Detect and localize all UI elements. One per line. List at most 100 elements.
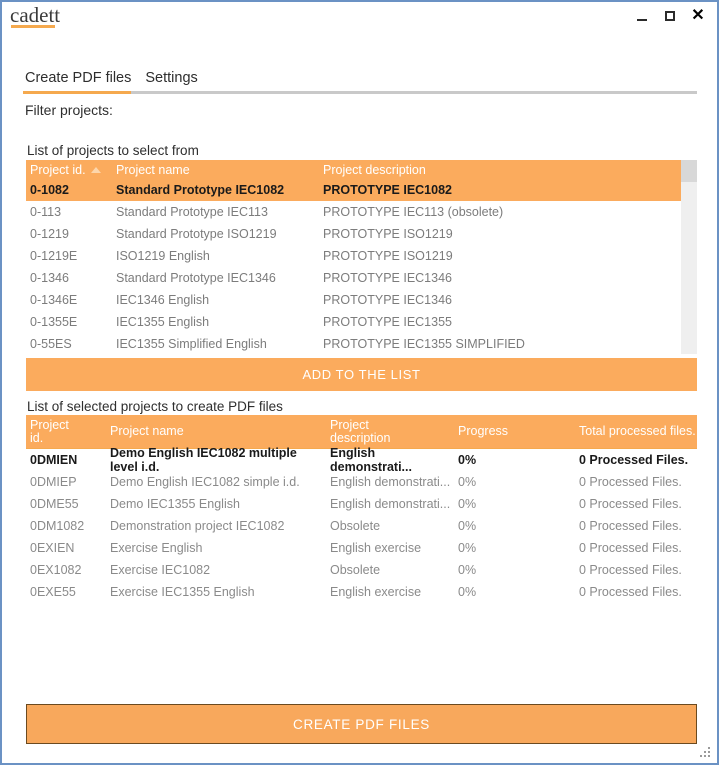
cell-project-id: 0EX1082 — [26, 563, 106, 577]
cell-project-id: 0-1355E — [26, 315, 112, 329]
cell-progress: 0% — [454, 497, 579, 511]
cell-project-id: 0EXIEN — [26, 541, 106, 555]
cell-progress: 0% — [454, 541, 579, 555]
table-row[interactable]: 0-1346E IEC1346 English PROTOTYPE IEC134… — [26, 289, 697, 311]
cell-project-name: IEC1355 English — [112, 315, 319, 329]
resize-grip-icon[interactable] — [700, 747, 712, 759]
column-header-description-line2: description — [330, 432, 454, 445]
cell-project-name: Standard Prototype ISO1219 — [112, 227, 319, 241]
cell-project-description: PROTOTYPE ISO1219 — [319, 227, 697, 241]
table-row[interactable]: 0-1346 Standard Prototype IEC1346 PROTOT… — [26, 267, 697, 289]
tab-settings[interactable]: Settings — [139, 70, 205, 91]
column-header-project-id-label: Project id. — [30, 163, 86, 177]
add-to-the-list-button[interactable]: ADD TO THE LIST — [26, 358, 697, 391]
table-row[interactable]: 0-1219 Standard Prototype ISO1219 PROTOT… — [26, 223, 697, 245]
cell-project-description: PROTOTYPE IEC1346 — [319, 293, 697, 307]
table-row[interactable]: 0-1355E IEC1355 English PROTOTYPE IEC135… — [26, 311, 697, 333]
column-header-description-line1: Project — [330, 419, 454, 432]
cell-total-processed: 0 Processed Files. — [579, 519, 697, 533]
list2-caption: List of selected projects to create PDF … — [27, 399, 283, 414]
cell-project-id: 0-113 — [26, 205, 112, 219]
title-bar: cadett ✕ — [2, 2, 717, 36]
table-row[interactable]: 0EX1082 Exercise IEC1082 Obsolete 0% 0 P… — [26, 559, 697, 581]
cell-total-processed: 0 Processed Files. — [579, 497, 697, 511]
close-button[interactable]: ✕ — [685, 5, 711, 27]
cell-project-id: 0-1346E — [26, 293, 112, 307]
cell-project-name: ISO1219 English — [112, 249, 319, 263]
selected-projects-grid[interactable]: Project id. Project name Project descrip… — [26, 415, 697, 690]
cell-project-id: 0-55ES — [26, 337, 112, 351]
create-pdf-files-button[interactable]: CREATE PDF FILES — [26, 704, 697, 744]
sort-ascending-icon — [91, 167, 101, 173]
table-row[interactable]: 0EXE55 Exercise IEC1355 English English … — [26, 581, 697, 603]
selected-projects-header: Project id. Project name Project descrip… — [26, 415, 697, 449]
cell-project-name: IEC1346 English — [112, 293, 319, 307]
cell-progress: 0% — [454, 519, 579, 533]
table-row[interactable]: 0DME55 Demo IEC1355 English English demo… — [26, 493, 697, 515]
table-row[interactable]: 0-113 Standard Prototype IEC113 PROTOTYP… — [26, 201, 697, 223]
cell-project-name: Standard Prototype IEC113 — [112, 205, 319, 219]
table-row[interactable]: 0-1219E ISO1219 English PROTOTYPE ISO121… — [26, 245, 697, 267]
column-header-project-name[interactable]: Project name — [106, 425, 326, 438]
cell-project-description: Obsolete — [326, 563, 454, 577]
list1-caption: List of projects to select from — [27, 143, 199, 158]
table-row[interactable]: 0DMIEP Demo English IEC1082 simple i.d. … — [26, 471, 697, 493]
window-controls: ✕ — [629, 5, 711, 27]
cell-progress: 0% — [454, 453, 579, 467]
cell-project-description: English exercise — [326, 585, 454, 599]
table-row[interactable]: 0-55ES IEC1355 Simplified English PROTOT… — [26, 333, 697, 354]
cell-project-description: PROTOTYPE IEC1346 — [319, 271, 697, 285]
application-window: cadett ✕ Create PDF files Settings Filte… — [0, 0, 719, 765]
cell-project-id: 0DME55 — [26, 497, 106, 511]
cell-progress: 0% — [454, 585, 579, 599]
cell-project-description: PROTOTYPE IEC1355 SIMPLIFIED — [319, 337, 697, 351]
cell-project-description: Obsolete — [326, 519, 454, 533]
cell-project-name: Exercise IEC1355 English — [106, 585, 326, 599]
column-header-project-id[interactable]: Project id. — [26, 163, 112, 177]
column-header-project-name[interactable]: Project name — [112, 163, 319, 177]
column-header-progress[interactable]: Progress — [454, 425, 579, 438]
cell-total-processed: 0 Processed Files. — [579, 541, 697, 555]
cell-project-description: English exercise — [326, 541, 454, 555]
available-projects-scrollbar[interactable] — [681, 160, 697, 354]
cell-project-description: PROTOTYPE ISO1219 — [319, 249, 697, 263]
tab-underline-track — [23, 91, 697, 94]
cell-project-name: Exercise IEC1082 — [106, 563, 326, 577]
available-projects-grid[interactable]: Project id. Project name Project descrip… — [26, 160, 697, 354]
cell-project-description: PROTOTYPE IEC1082 — [319, 183, 697, 197]
column-header-total-processed-files[interactable]: Total processed files. — [579, 425, 697, 438]
column-header-project-description[interactable]: Project description — [326, 419, 454, 445]
tab-create-pdf-files[interactable]: Create PDF files — [23, 70, 139, 91]
cell-total-processed: 0 Processed Files. — [579, 453, 697, 467]
table-row[interactable]: 0DMIEN Demo English IEC1082 multiple lev… — [26, 449, 697, 471]
cell-project-description: English demonstrati... — [326, 475, 454, 489]
logo-underline — [11, 25, 55, 28]
column-header-project-description[interactable]: Project description — [319, 163, 697, 177]
scrollbar-thumb[interactable] — [681, 160, 697, 182]
minimize-button[interactable] — [629, 5, 655, 27]
filter-projects-label: Filter projects: — [25, 102, 113, 118]
available-projects-header: Project id. Project name Project descrip… — [26, 160, 697, 179]
cell-project-name: Demo English IEC1082 multiple level i.d. — [106, 446, 326, 474]
cell-project-id: 0-1219E — [26, 249, 112, 263]
table-row[interactable]: 0-1082 Standard Prototype IEC1082 PROTOT… — [26, 179, 697, 201]
cell-project-id: 0DMIEP — [26, 475, 106, 489]
cell-total-processed: 0 Processed Files. — [579, 585, 697, 599]
cell-project-id: 0-1082 — [26, 183, 112, 197]
column-header-project-id[interactable]: Project id. — [26, 419, 106, 445]
maximize-button[interactable] — [657, 5, 683, 27]
cell-project-name: Demo IEC1355 English — [106, 497, 326, 511]
cell-project-id: 0-1346 — [26, 271, 112, 285]
cell-project-description: PROTOTYPE IEC113 (obsolete) — [319, 205, 697, 219]
cell-progress: 0% — [454, 563, 579, 577]
cadett-logo: cadett — [10, 4, 60, 26]
cell-project-name: IEC1355 Simplified English — [112, 337, 319, 351]
cell-total-processed: 0 Processed Files. — [579, 563, 697, 577]
minimize-icon — [637, 19, 647, 21]
table-row[interactable]: 0DM1082 Demonstration project IEC1082 Ob… — [26, 515, 697, 537]
table-row[interactable]: 0EXIEN Exercise English English exercise… — [26, 537, 697, 559]
maximize-icon — [665, 11, 675, 21]
cell-project-description: English demonstrati... — [326, 446, 454, 474]
cell-project-name: Standard Prototype IEC1082 — [112, 183, 319, 197]
cell-project-description: PROTOTYPE IEC1355 — [319, 315, 697, 329]
